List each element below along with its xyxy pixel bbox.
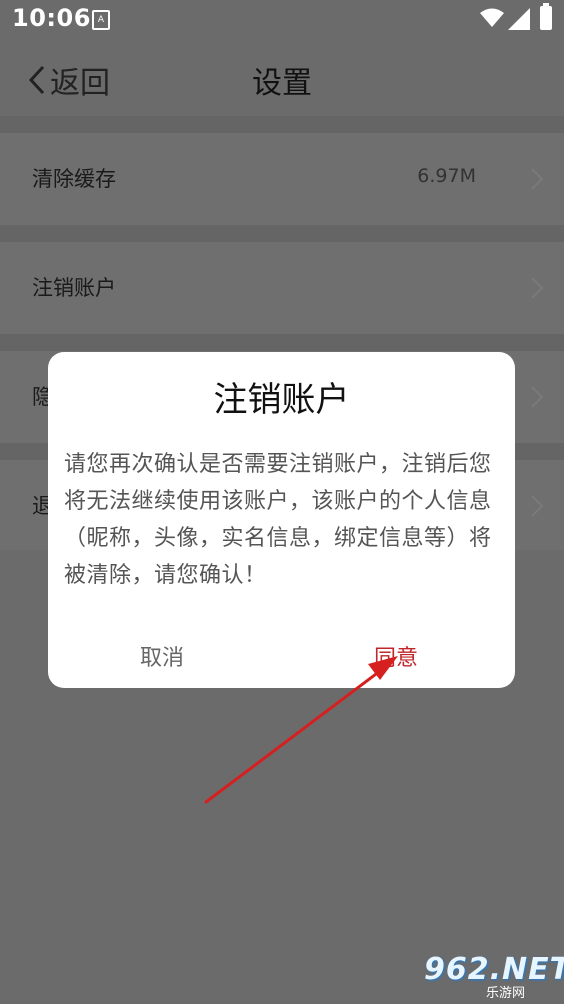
annotation-arrow bbox=[204, 656, 398, 804]
watermark-sub: 乐游网 bbox=[486, 986, 526, 1001]
watermark-logo: 962.NET 乐游网 bbox=[420, 950, 564, 1001]
